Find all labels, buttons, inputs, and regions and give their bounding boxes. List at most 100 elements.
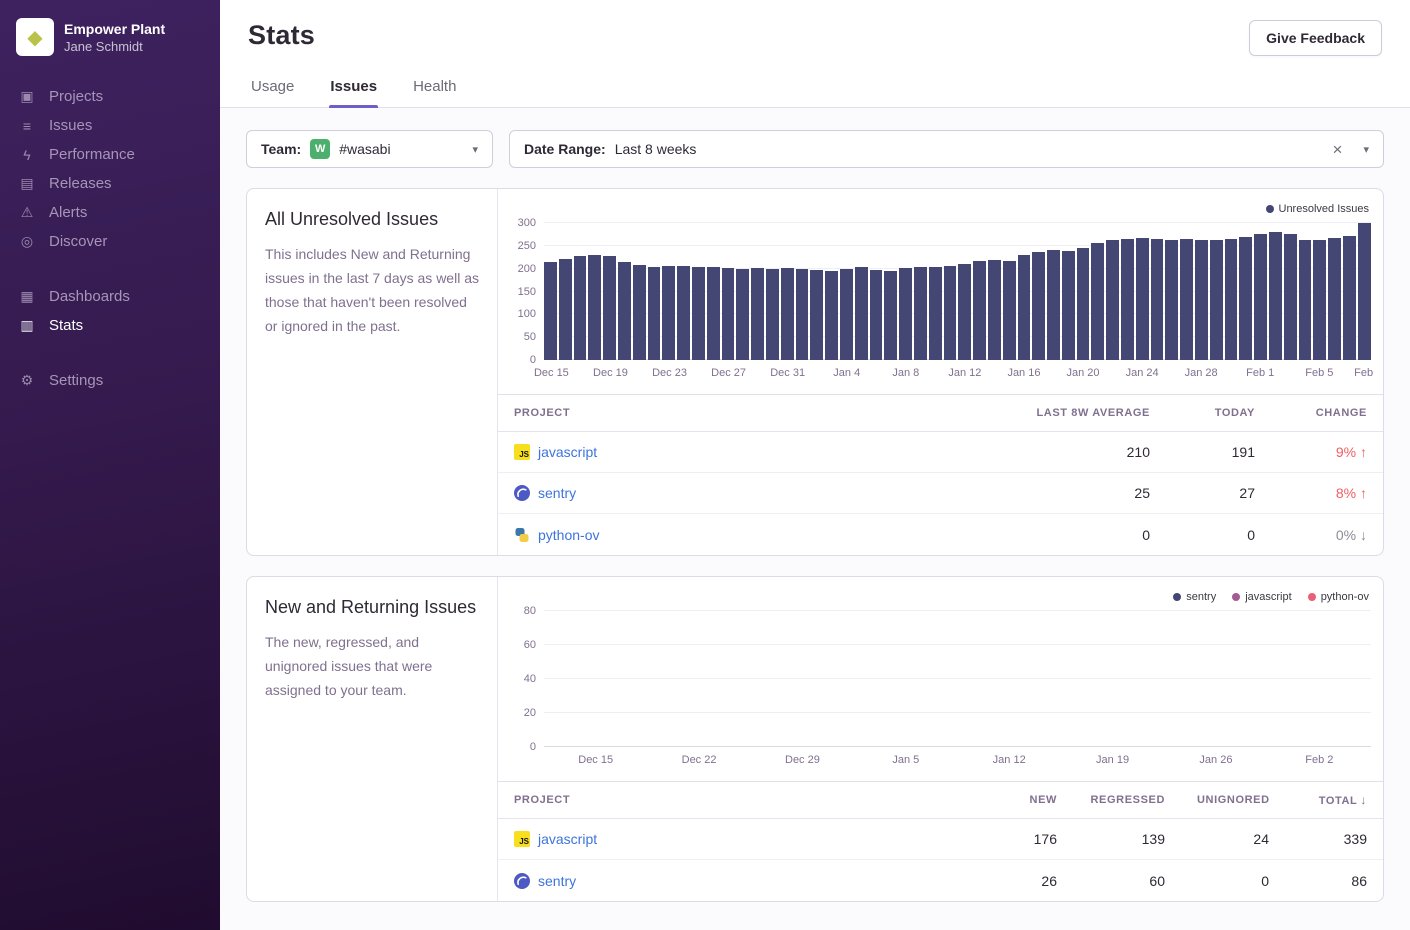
bar[interactable] <box>751 268 764 360</box>
bar[interactable] <box>1165 240 1178 360</box>
project-link[interactable]: sentry <box>498 485 986 501</box>
bar[interactable] <box>707 267 720 360</box>
date-range-label: Date Range: <box>524 141 606 157</box>
bar[interactable] <box>1269 232 1282 360</box>
bar[interactable] <box>662 266 675 360</box>
x-axis-label: Dec 23 <box>652 367 687 379</box>
sidebar-item-discover[interactable]: ◎Discover <box>0 227 220 256</box>
bar[interactable] <box>1121 239 1134 360</box>
clear-date-icon[interactable]: × <box>1333 141 1343 158</box>
sidebar-item-alerts[interactable]: ⚠Alerts <box>0 198 220 227</box>
bar[interactable] <box>1062 251 1075 360</box>
bar[interactable] <box>618 262 631 360</box>
sidebar-item-dashboards[interactable]: ▦Dashboards <box>0 282 220 311</box>
bar[interactable] <box>766 269 779 360</box>
sidebar-item-performance[interactable]: ϟPerformance <box>0 140 220 169</box>
org-switcher[interactable]: ◆ Empower Plant Jane Schmidt <box>0 18 220 56</box>
column-header[interactable]: TOTAL↓ <box>1285 793 1383 807</box>
bar[interactable] <box>1254 234 1267 360</box>
bar[interactable] <box>796 269 809 360</box>
bar[interactable] <box>1358 223 1371 360</box>
bar[interactable] <box>1239 237 1252 360</box>
project-link[interactable]: sentry <box>498 873 961 889</box>
bar[interactable] <box>825 271 838 361</box>
bar[interactable] <box>677 266 690 360</box>
project-link[interactable]: JSjavascript <box>498 831 961 847</box>
project-link[interactable]: python-ov <box>498 527 986 543</box>
sidebar-item-label: Performance <box>49 146 135 163</box>
bar[interactable] <box>559 259 572 360</box>
legend-item[interactable]: sentry <box>1173 591 1216 603</box>
python-project-icon <box>514 527 530 543</box>
bar[interactable] <box>574 256 587 360</box>
sidebar-nav: ▣Projects≡IssuesϟPerformance▤Releases⚠Al… <box>0 82 220 395</box>
bar[interactable] <box>988 260 1001 360</box>
team-filter[interactable]: Team: W #wasabi ▾ <box>246 130 493 168</box>
bar[interactable] <box>855 267 868 360</box>
bar[interactable] <box>884 271 897 360</box>
bar[interactable] <box>1328 238 1341 360</box>
sidebar-item-releases[interactable]: ▤Releases <box>0 169 220 198</box>
bar[interactable] <box>1091 243 1104 360</box>
bar[interactable] <box>1077 248 1090 360</box>
bar[interactable] <box>840 269 853 360</box>
bar[interactable] <box>973 261 986 360</box>
tab-usage[interactable]: Usage <box>250 68 295 107</box>
date-range-filter[interactable]: Date Range: Last 8 weeks × ▾ <box>509 130 1384 168</box>
legend-dot <box>1173 593 1181 601</box>
bar[interactable] <box>736 269 749 360</box>
bar[interactable] <box>1313 240 1326 360</box>
sidebar-item-stats[interactable]: ▥Stats <box>0 311 220 340</box>
sidebar-item-issues[interactable]: ≡Issues <box>0 111 220 140</box>
panel-title: All Unresolved Issues <box>265 209 479 230</box>
legend-item[interactable]: javascript <box>1232 591 1291 603</box>
x-axis: Dec 15Dec 19Dec 23Dec 27Dec 31Jan 4Jan 8… <box>544 362 1371 386</box>
bar[interactable] <box>1210 240 1223 360</box>
tab-health[interactable]: Health <box>412 68 457 107</box>
x-axis-label: Dec 22 <box>647 751 750 773</box>
legend-item[interactable]: Unresolved Issues <box>1266 203 1370 215</box>
sidebar-item-settings[interactable]: ⚙Settings <box>0 366 220 395</box>
bar[interactable] <box>692 267 705 360</box>
bar[interactable] <box>588 255 601 360</box>
bar[interactable] <box>781 268 794 360</box>
regressed-value: 139 <box>1073 831 1181 847</box>
bar[interactable] <box>544 262 557 360</box>
chart-area: sentryjavascriptpython-ov 020406080 Dec … <box>498 577 1383 773</box>
tab-issues[interactable]: Issues <box>329 68 378 107</box>
bar[interactable] <box>810 270 823 360</box>
bar[interactable] <box>1151 239 1164 360</box>
bar[interactable] <box>1225 239 1238 360</box>
bar[interactable] <box>633 265 646 360</box>
bar[interactable] <box>1195 240 1208 360</box>
x-axis-label: Feb 1 <box>1246 367 1274 379</box>
bar[interactable] <box>1343 236 1356 360</box>
bar[interactable] <box>722 268 735 360</box>
issues-icon: ≡ <box>18 118 36 134</box>
bar[interactable] <box>1018 255 1031 360</box>
bar[interactable] <box>1299 240 1312 360</box>
bar[interactable] <box>870 270 883 360</box>
bar[interactable] <box>1284 234 1297 360</box>
bar[interactable] <box>914 267 927 360</box>
bar[interactable] <box>1106 240 1119 360</box>
bar[interactable] <box>899 268 912 360</box>
bar[interactable] <box>648 267 661 360</box>
give-feedback-button[interactable]: Give Feedback <box>1249 20 1382 56</box>
bar[interactable] <box>1047 250 1060 360</box>
x-axis-label: Feb 2 <box>1268 751 1371 773</box>
bar[interactable] <box>958 264 971 360</box>
bar[interactable] <box>1180 239 1193 360</box>
javascript-project-icon: JS <box>514 444 530 460</box>
settings-icon: ⚙ <box>18 372 36 389</box>
bar[interactable] <box>1136 238 1149 360</box>
org-user-name: Jane Schmidt <box>64 39 165 54</box>
bar[interactable] <box>1003 261 1016 360</box>
bar[interactable] <box>929 267 942 360</box>
bar[interactable] <box>944 266 957 360</box>
project-link[interactable]: JSjavascript <box>498 444 986 460</box>
bar[interactable] <box>1032 252 1045 360</box>
legend-item[interactable]: python-ov <box>1308 591 1369 603</box>
sidebar-item-projects[interactable]: ▣Projects <box>0 82 220 111</box>
bar[interactable] <box>603 256 616 360</box>
